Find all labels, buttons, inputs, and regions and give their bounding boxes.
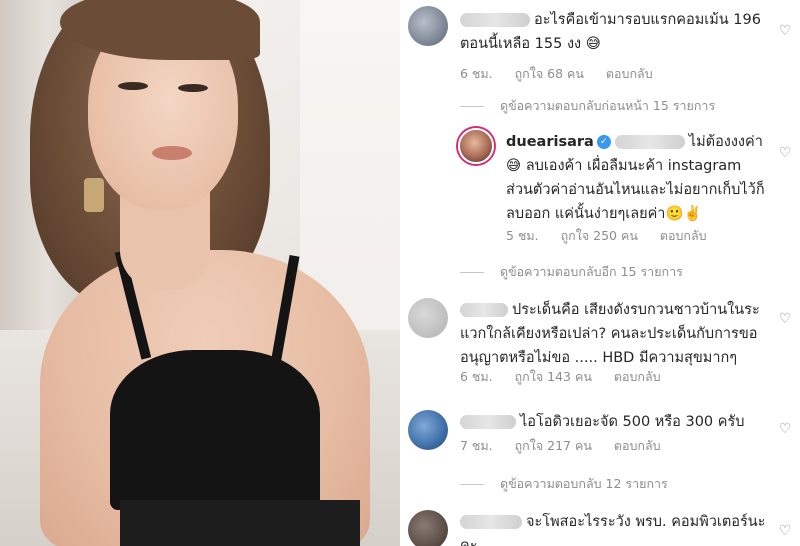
photo-lips: [152, 146, 192, 160]
owner-avatar[interactable]: [458, 128, 494, 164]
photo-earring: [84, 178, 104, 212]
mention-blurred[interactable]: [614, 135, 685, 149]
comment-text: ไอโอดิวเยอะจัด 500 หรือ 300 ครับ: [520, 414, 745, 430]
commenter-avatar[interactable]: [408, 510, 448, 546]
comment-time: 6 ชม.: [460, 66, 493, 81]
divider-line: [460, 484, 484, 485]
owner-username[interactable]: duearisara: [506, 134, 594, 150]
comment-meta: 5 ชม. ถูกใจ 250 คน ตอบกลับ: [506, 226, 707, 246]
like-heart-icon[interactable]: ♡: [778, 422, 792, 436]
reply-button[interactable]: ตอบกลับ: [614, 438, 661, 453]
comment-meta: 7 ชม. ถูกใจ 217 คน ตอบกลับ: [460, 436, 661, 456]
photo-eye-left: [118, 82, 148, 90]
comment-5: จะโพสอะไรระวัง พรบ. คอมพิวเตอร์นะคะ: [460, 510, 770, 546]
commenter-avatar[interactable]: [408, 6, 448, 46]
comment-time: 7 ชม.: [460, 438, 493, 453]
view-replies-link[interactable]: ดูข้อความตอบกลับก่อนหน้า 15 รายการ: [460, 96, 715, 116]
commenter-username-blurred[interactable]: [460, 415, 516, 429]
comment-time: 6 ชม.: [460, 369, 493, 384]
post-photo[interactable]: [0, 0, 400, 546]
divider-line: [460, 272, 484, 273]
comment-likes[interactable]: ถูกใจ 250 คน: [561, 228, 638, 243]
like-heart-icon[interactable]: ♡: [778, 312, 792, 326]
reply-button[interactable]: ตอบกลับ: [614, 369, 661, 384]
comment-meta: 6 ชม. ถูกใจ 143 คน ตอบกลับ: [460, 367, 661, 387]
view-replies-link[interactable]: ดูข้อความตอบกลับ 12 รายการ: [460, 474, 668, 494]
photo-skirt: [120, 500, 360, 546]
view-replies-label: ดูข้อความตอบกลับ 12 รายการ: [500, 476, 668, 491]
comment-likes[interactable]: ถูกใจ 143 คน: [515, 369, 592, 384]
comment-3: ประเด็นคือ เสียงดังรบกวนชาวบ้านในระแวกใก…: [460, 298, 770, 370]
photo-eye-right: [178, 84, 208, 92]
verified-badge-icon: ✓: [596, 135, 611, 149]
like-heart-icon[interactable]: ♡: [778, 24, 792, 38]
reply-button[interactable]: ตอบกลับ: [606, 66, 653, 81]
comment-likes[interactable]: ถูกใจ 68 คน: [515, 66, 584, 81]
commenter-avatar[interactable]: [408, 410, 448, 450]
view-replies-label: ดูข้อความตอบกลับอีก 15 รายการ: [500, 264, 683, 279]
comment-owner-reply: duearisara ✓ ไม่ต้องงงค่า😅 ลบเองค้า เผื่อล…: [506, 130, 768, 226]
comments-panel: อะไรคือเข้ามารอบแรกคอมเม้น 196 ตอนนี้เหล…: [400, 0, 800, 546]
photo-black-top: [110, 350, 320, 510]
commenter-username-blurred[interactable]: [460, 13, 530, 27]
commenter-avatar[interactable]: [408, 298, 448, 338]
commenter-username-blurred[interactable]: [460, 303, 508, 317]
comment-time: 5 ชม.: [506, 228, 539, 243]
view-replies-link[interactable]: ดูข้อความตอบกลับอีก 15 รายการ: [460, 262, 683, 282]
like-heart-icon[interactable]: ♡: [778, 524, 792, 538]
divider-line: [460, 106, 484, 107]
view-replies-label: ดูข้อความตอบกลับก่อนหน้า 15 รายการ: [500, 98, 716, 113]
like-heart-icon[interactable]: ♡: [778, 146, 792, 160]
commenter-username-blurred[interactable]: [460, 515, 522, 529]
comment-4: ไอโอดิวเยอะจัด 500 หรือ 300 ครับ: [460, 410, 770, 434]
comment-meta: 6 ชม. ถูกใจ 68 คน ตอบกลับ: [460, 64, 653, 84]
comment-1: อะไรคือเข้ามารอบแรกคอมเม้น 196 ตอนนี้เหล…: [460, 8, 770, 56]
reply-button[interactable]: ตอบกลับ: [660, 228, 707, 243]
comment-likes[interactable]: ถูกใจ 217 คน: [515, 438, 592, 453]
